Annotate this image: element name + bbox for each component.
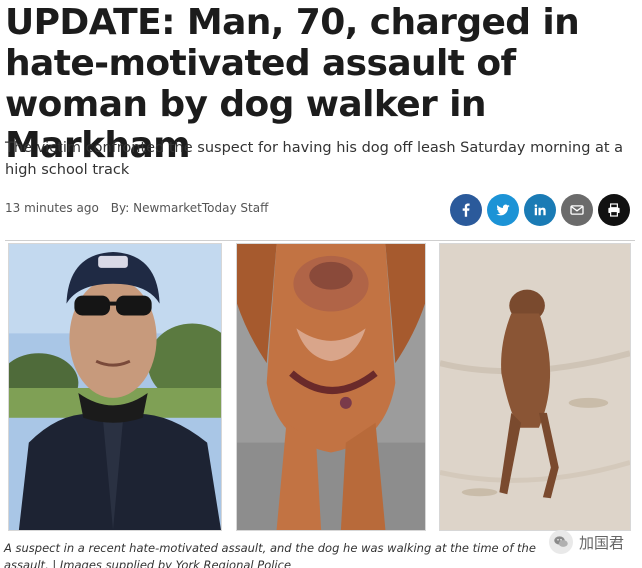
dog-running-photo[interactable] xyxy=(439,243,631,531)
watermark: 加国君 xyxy=(548,530,624,554)
wechat-icon xyxy=(548,530,573,554)
facebook-icon xyxy=(462,203,470,217)
photo-strip xyxy=(0,243,642,533)
print-icon xyxy=(608,203,620,217)
print-button[interactable] xyxy=(598,194,630,226)
divider xyxy=(5,240,635,241)
twitter-icon xyxy=(496,204,510,216)
email-icon xyxy=(570,205,584,215)
share-bar xyxy=(450,194,630,226)
photo-caption: A suspect in a recent hate-motivated ass… xyxy=(4,541,536,568)
facebook-share-button[interactable] xyxy=(450,194,482,226)
timestamp: 13 minutes ago xyxy=(5,201,99,215)
linkedin-share-button[interactable] xyxy=(524,194,556,226)
suspect-photo[interactable] xyxy=(8,243,222,531)
article-subheadline: The victim confronted the suspect for ha… xyxy=(5,140,624,178)
article-meta: 13 minutes ago By: NewmarketToday Staff xyxy=(5,201,268,219)
email-share-button[interactable] xyxy=(561,194,593,226)
dog-closeup-photo[interactable] xyxy=(236,243,426,531)
linkedin-icon xyxy=(534,204,546,216)
watermark-text: 加国君 xyxy=(578,533,624,552)
twitter-share-button[interactable] xyxy=(487,194,519,226)
byline: By: NewmarketToday Staff xyxy=(110,201,269,215)
